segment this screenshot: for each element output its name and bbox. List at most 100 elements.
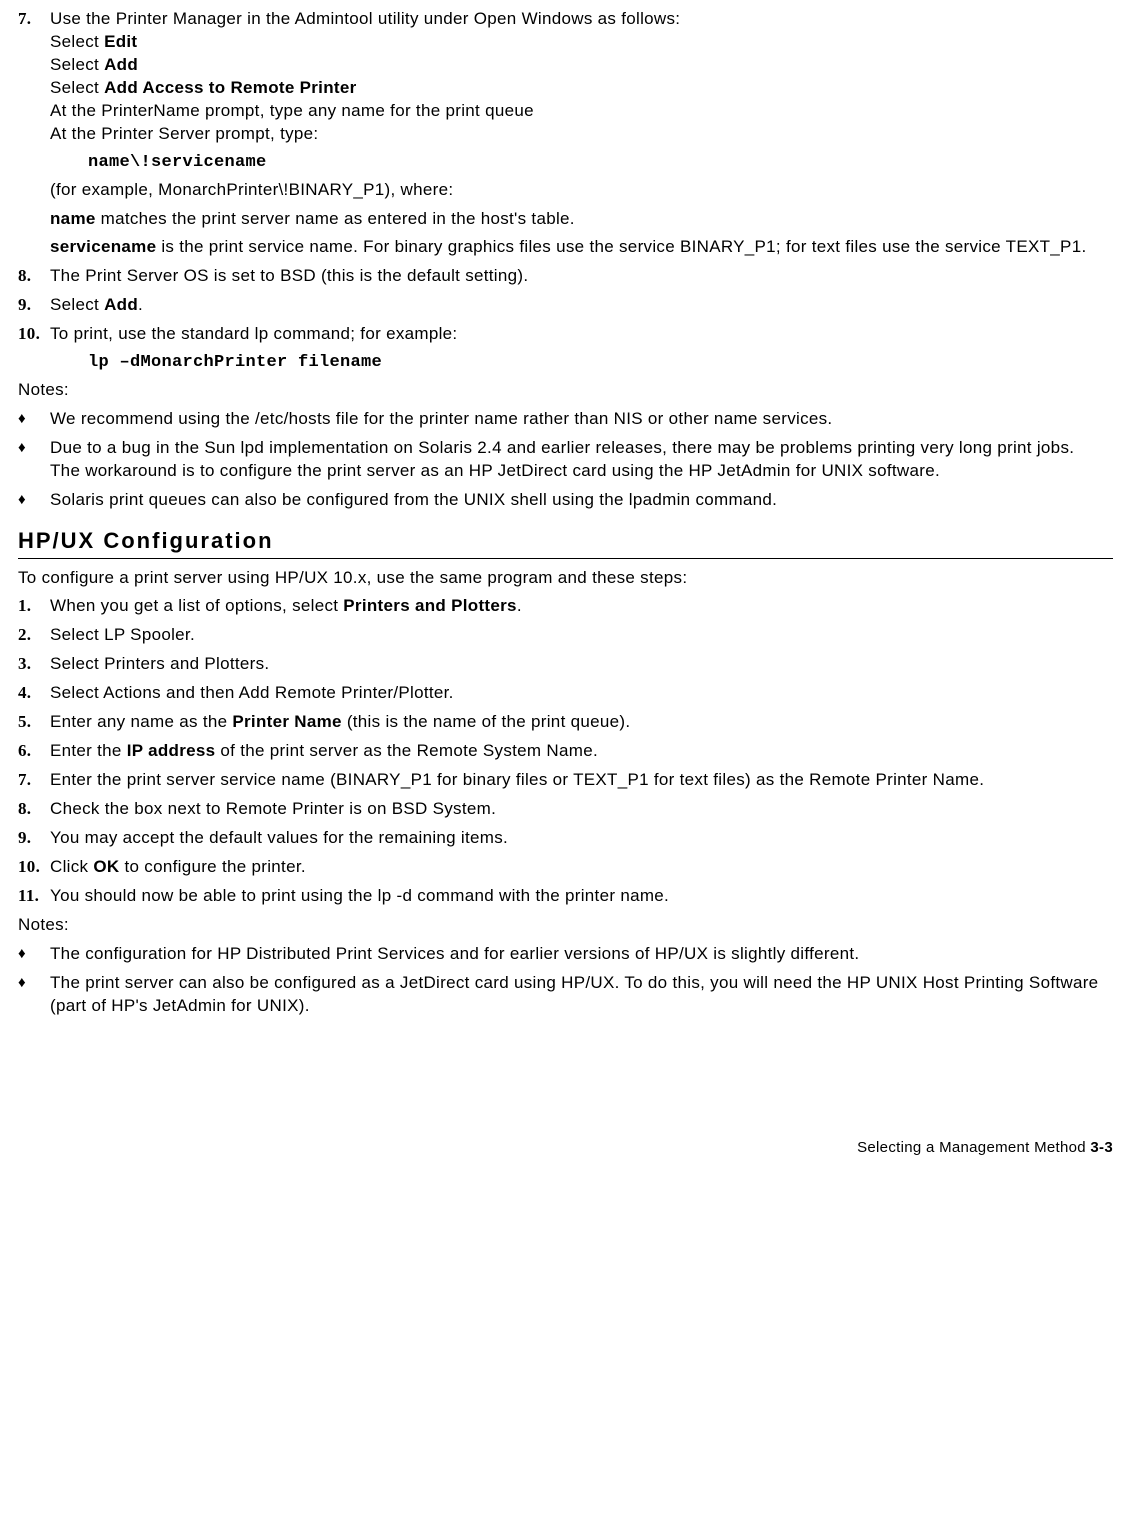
list-number: 3. [18, 653, 50, 676]
list-item-4: 4. Select Actions and then Add Remote Pr… [18, 682, 1113, 705]
text: Select [50, 78, 104, 97]
text: Select Actions and then Add Remote Print… [50, 682, 1113, 705]
bullet-item: ♦ Solaris print queues can also be confi… [18, 489, 1113, 512]
list-item-9b: 9. You may accept the default values for… [18, 827, 1113, 850]
list-number: 8. [18, 798, 50, 821]
bullet-item: ♦ We recommend using the /etc/hosts file… [18, 408, 1113, 431]
text: Due to a bug in the Sun lpd implementati… [50, 438, 1074, 457]
diamond-icon: ♦ [18, 972, 50, 1018]
text: The Print Server OS is set to BSD (this … [50, 265, 1113, 288]
text: Click [50, 857, 93, 876]
text: . [517, 596, 522, 615]
text: Solaris print queues can also be configu… [50, 489, 1113, 512]
list-number: 10. [18, 856, 50, 879]
text: (this is the name of the print queue). [342, 712, 631, 731]
bullet-item: ♦ The configuration for HP Distributed P… [18, 943, 1113, 966]
text: . [138, 295, 143, 314]
text: Check the box next to Remote Printer is … [50, 798, 1113, 821]
text: of the print server as the Remote System… [215, 741, 598, 760]
list-item-7: 7. Use the Printer Manager in the Admint… [18, 8, 1113, 146]
list-item-8: 8. The Print Server OS is set to BSD (th… [18, 265, 1113, 288]
text: Select LP Spooler. [50, 624, 1113, 647]
paragraph: (for example, MonarchPrinter\!BINARY_P1)… [50, 179, 1113, 202]
list-body: Click OK to configure the printer. [50, 856, 1113, 879]
bullet-item: ♦ Due to a bug in the Sun lpd implementa… [18, 437, 1113, 483]
list-body: Enter any name as the Printer Name (this… [50, 711, 1113, 734]
bullet-item: ♦ The print server can also be configure… [18, 972, 1113, 1018]
paragraph: name matches the print server name as en… [50, 208, 1113, 231]
list-number: 8. [18, 265, 50, 288]
code-block: name\!servicename [88, 152, 1113, 175]
diamond-icon: ♦ [18, 437, 50, 483]
list-body: When you get a list of options, select P… [50, 595, 1113, 618]
bold-text: Printers and Plotters [343, 596, 517, 615]
list-item-6: 6. Enter the IP address of the print ser… [18, 740, 1113, 763]
list-number: 9. [18, 294, 50, 317]
text: Enter the print server service name (BIN… [50, 769, 1113, 792]
footer-text: Selecting a Management Method [857, 1139, 1090, 1156]
list-body: Select Add. [50, 294, 1113, 317]
bold-text: Edit [104, 32, 137, 51]
list-item-7b: 7. Enter the print server service name (… [18, 769, 1113, 792]
list-number: 6. [18, 740, 50, 763]
text: Enter any name as the [50, 712, 232, 731]
list-item-9: 9. Select Add. [18, 294, 1113, 317]
list-number: 2. [18, 624, 50, 647]
list-number: 10. [18, 323, 50, 346]
text: The configuration for HP Distributed Pri… [50, 943, 1113, 966]
list-item-10b: 10. Click OK to configure the printer. [18, 856, 1113, 879]
list-number: 7. [18, 8, 50, 146]
bullet-body: Due to a bug in the Sun lpd implementati… [50, 437, 1113, 483]
text: Use the Printer Manager in the Admintool… [50, 9, 680, 28]
text: matches the print server name as entered… [96, 209, 575, 228]
text: Select [50, 55, 104, 74]
text: We recommend using the /etc/hosts file f… [50, 408, 1113, 431]
list-body: Enter the IP address of the print server… [50, 740, 1113, 763]
diamond-icon: ♦ [18, 408, 50, 431]
section-heading-hpux: HP/UX Configuration [18, 526, 1113, 559]
list-item-3: 3. Select Printers and Plotters. [18, 653, 1113, 676]
text: is the print service name. For binary gr… [156, 237, 1086, 256]
code-block: lp –dMonarchPrinter filename [88, 352, 1113, 375]
text: To print, use the standard lp command; f… [50, 323, 1113, 346]
bold-text: name [50, 209, 96, 228]
text: Enter the [50, 741, 127, 760]
diamond-icon: ♦ [18, 943, 50, 966]
text: The workaround is to configure the print… [50, 461, 940, 480]
bold-text: Printer Name [232, 712, 341, 731]
notes-label: Notes: [18, 914, 1113, 937]
text: The print server can also be configured … [50, 972, 1113, 1018]
notes-label: Notes: [18, 379, 1113, 402]
bold-text: Add [104, 295, 138, 314]
list-body: Use the Printer Manager in the Admintool… [50, 8, 1113, 146]
paragraph: servicename is the print service name. F… [50, 236, 1113, 259]
bold-text: servicename [50, 237, 156, 256]
list-number: 11. [18, 885, 50, 908]
diamond-icon: ♦ [18, 489, 50, 512]
bold-text: Add Access to Remote Printer [104, 78, 356, 97]
list-item-8b: 8. Check the box next to Remote Printer … [18, 798, 1113, 821]
intro-paragraph: To configure a print server using HP/UX … [18, 567, 1113, 590]
list-number: 9. [18, 827, 50, 850]
text: You should now be able to print using th… [50, 885, 1113, 908]
list-number: 4. [18, 682, 50, 705]
text: At the PrinterName prompt, type any name… [50, 101, 534, 120]
list-item-10: 10. To print, use the standard lp comman… [18, 323, 1113, 346]
list-number: 1. [18, 595, 50, 618]
page-number: 3-3 [1090, 1139, 1113, 1156]
text: Select Printers and Plotters. [50, 653, 1113, 676]
list-item-2: 2. Select LP Spooler. [18, 624, 1113, 647]
list-number: 5. [18, 711, 50, 734]
text: Select [50, 295, 104, 314]
text: At the Printer Server prompt, type: [50, 124, 318, 143]
text: Select [50, 32, 104, 51]
bold-text: Add [104, 55, 138, 74]
text: to configure the printer. [119, 857, 305, 876]
text: When you get a list of options, select [50, 596, 343, 615]
list-item-1: 1. When you get a list of options, selec… [18, 595, 1113, 618]
page-footer: Selecting a Management Method 3-3 [18, 1138, 1113, 1158]
list-number: 7. [18, 769, 50, 792]
bold-text: OK [93, 857, 119, 876]
text: You may accept the default values for th… [50, 827, 1113, 850]
bold-text: IP address [127, 741, 216, 760]
